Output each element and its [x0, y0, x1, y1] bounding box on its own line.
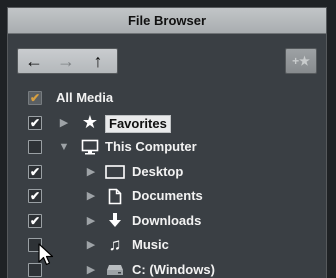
expand-arrow-music[interactable]: ▶ — [85, 238, 97, 252]
music-note-icon: ♫ — [105, 236, 125, 254]
tree-label-documents: Documents — [132, 188, 203, 204]
checkbox-this-computer[interactable] — [28, 140, 42, 154]
expand-arrow-c-drive[interactable]: ▶ — [85, 263, 97, 277]
expand-arrow-favorites[interactable]: ▶ — [58, 116, 70, 130]
drive-icon — [105, 261, 125, 278]
desktop-icon — [105, 163, 125, 181]
tree-row-desktop[interactable]: ✔ ▶ Desktop — [8, 162, 326, 187]
monitor-icon — [80, 138, 100, 156]
checkbox-desktop[interactable]: ✔ — [28, 165, 42, 179]
tree-label-c-drive: C: (Windows) — [132, 262, 215, 278]
file-browser-panel: File Browser ← → ↑ +★ ✔ All Media ✔ ▶ ★ … — [7, 7, 327, 278]
tree-label-music: Music — [132, 237, 169, 253]
expand-arrow-this-computer[interactable]: ▼ — [58, 140, 70, 154]
tree-label-this-computer: This Computer — [105, 139, 197, 155]
tree-label-desktop: Desktop — [132, 164, 183, 180]
folder-tree: ✔ All Media ✔ ▶ ★ Favorites ▼ This Compu… — [8, 88, 326, 278]
forward-button[interactable]: → — [50, 49, 82, 73]
checkbox-documents[interactable]: ✔ — [28, 189, 42, 203]
checkbox-favorites[interactable]: ✔ — [28, 116, 42, 130]
up-button[interactable]: ↑ — [82, 49, 114, 73]
tree-row-music[interactable]: ▶ ♫ Music — [8, 235, 326, 260]
add-favorite-button[interactable]: +★ — [285, 48, 317, 74]
add-star-icon: +★ — [292, 54, 310, 68]
navigation-toolbar: ← → ↑ +★ — [17, 48, 317, 74]
tree-label-favorites: Favorites — [105, 115, 171, 133]
navigation-button-group: ← → ↑ — [17, 48, 118, 74]
panel-title: File Browser — [8, 8, 326, 34]
back-button[interactable]: ← — [18, 49, 50, 73]
arrow-up-icon: ↑ — [94, 52, 103, 70]
mouse-pointer-icon — [38, 243, 54, 267]
checkbox-all-media[interactable]: ✔ — [28, 91, 42, 105]
tree-row-downloads[interactable]: ✔ ▶ Downloads — [8, 211, 326, 236]
tree-row-all-media[interactable]: ✔ All Media — [8, 88, 326, 113]
arrow-right-icon: → — [57, 52, 75, 70]
document-icon — [105, 187, 125, 205]
star-icon: ★ — [80, 114, 100, 132]
tree-row-favorites[interactable]: ✔ ▶ ★ Favorites — [8, 113, 326, 138]
tree-row-this-computer[interactable]: ▼ This Computer — [8, 137, 326, 162]
arrow-left-icon: ← — [25, 52, 43, 70]
tree-row-c-drive[interactable]: ▶ C: (Windows) — [8, 260, 326, 278]
expand-arrow-documents[interactable]: ▶ — [85, 189, 97, 203]
expand-arrow-downloads[interactable]: ▶ — [85, 214, 97, 228]
checkbox-downloads[interactable]: ✔ — [28, 214, 42, 228]
tree-label-all-media: All Media — [56, 90, 113, 106]
tree-row-documents[interactable]: ✔ ▶ Documents — [8, 186, 326, 211]
download-icon — [105, 212, 125, 230]
tree-label-downloads: Downloads — [132, 213, 201, 229]
expand-arrow-desktop[interactable]: ▶ — [85, 165, 97, 179]
